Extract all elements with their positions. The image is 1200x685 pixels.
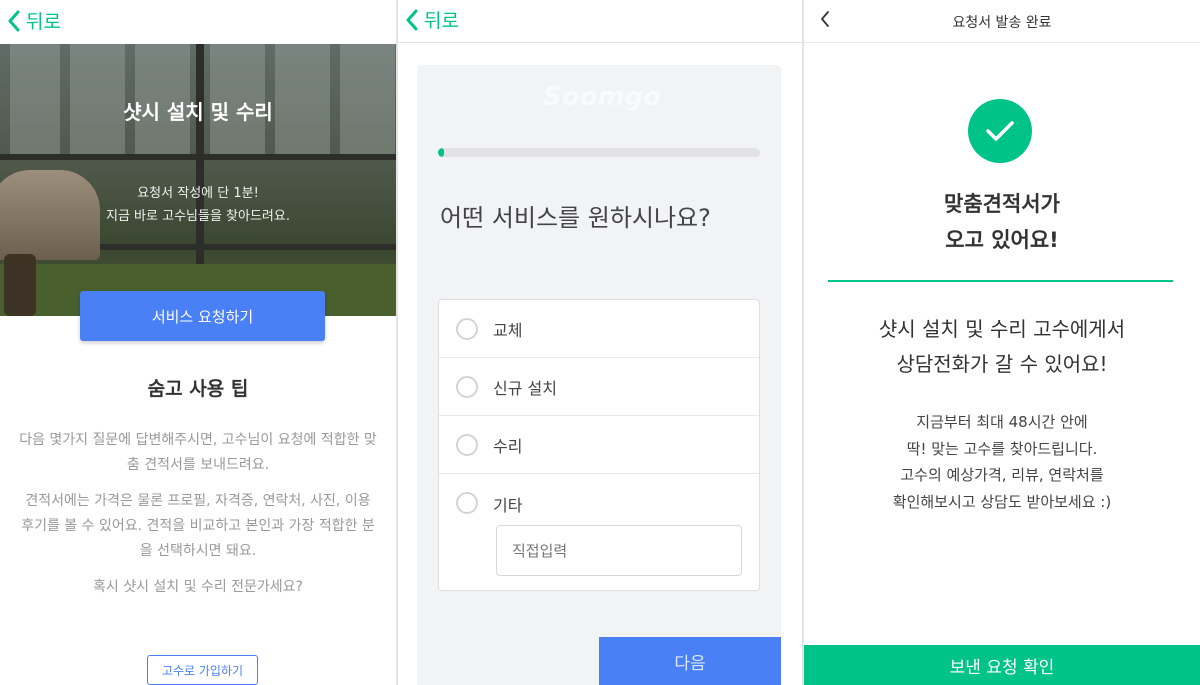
view-sent-request-button[interactable]: 보낸 요청 확인 xyxy=(804,645,1200,685)
info-text-4: 확인해보시고 상담도 받아보세요 :) xyxy=(892,493,1112,511)
tip-paragraph-3: 혹시 샷시 설치 및 수리 전문가세요? xyxy=(92,579,303,595)
progress-fill xyxy=(438,148,445,157)
hero-overlay xyxy=(0,44,396,316)
radio-button[interactable] xyxy=(456,375,478,398)
back-button[interactable]: 뒤로 xyxy=(406,6,459,33)
chevron-left-icon xyxy=(8,10,20,31)
headline-line-2: 오고 있어요! xyxy=(945,228,1059,252)
green-divider xyxy=(828,280,1173,282)
next-button[interactable]: 다음 xyxy=(599,637,781,685)
page-title: 요청서 발송 완료 xyxy=(952,15,1052,31)
info-text-3: 고수의 예상가격, 리뷰, 연락처를 xyxy=(900,466,1104,484)
hero-banner xyxy=(0,44,396,316)
direct-input-field[interactable] xyxy=(496,525,742,576)
option-label: 교체 xyxy=(493,320,523,340)
consult-text-2: 상담전화가 갈 수 있어요! xyxy=(896,352,1108,376)
consult-text-1: 샷시 설치 및 수리 고수에게서 xyxy=(878,317,1126,341)
radio-button[interactable] xyxy=(456,492,478,514)
option-label: 수리 xyxy=(493,436,523,456)
soomgo-logo: Soomgo xyxy=(543,82,662,112)
radio-button[interactable] xyxy=(456,317,478,340)
tip-paragraph-2: 견적서에는 가격은 물론 프로필, 자격증, 연락처, 사진, 이용 후기를 볼… xyxy=(21,493,375,559)
hero-subtitle-1: 요청서 작성에 단 1분! xyxy=(137,186,259,201)
service-question-screen: 뒤로 Soomgo 어떤 서비스를 원하시나요? 교체 신규 설치 수리 기타 … xyxy=(398,0,803,685)
back-label: 뒤로 xyxy=(26,11,61,33)
tips-heading: 숨고 사용 팁 xyxy=(147,378,249,400)
radio-button[interactable] xyxy=(456,433,478,456)
info-text-1: 지금부터 최대 48시간 안에 xyxy=(916,413,1088,431)
option-label: 기타 xyxy=(493,496,523,515)
request-complete-screen: 요청서 발송 완료 맞춤견적서가 오고 있어요! 샷시 설치 및 수리 고수에게… xyxy=(804,0,1200,685)
success-badge xyxy=(968,99,1032,163)
chevron-left-icon xyxy=(406,9,418,30)
pro-signup-button[interactable]: 고수로 가입하기 xyxy=(147,655,258,685)
headline-line-1: 맞춤견적서가 xyxy=(944,192,1060,216)
hero-title: 샷시 설치 및 수리 xyxy=(123,100,273,124)
service-landing-screen: 뒤로 샷시 설치 및 수리 요청서 작성에 단 1분! 지금 바로 고수님들을 … xyxy=(0,0,396,685)
question-title: 어떤 서비스를 원하시나요? xyxy=(440,204,711,232)
tip-paragraph-1: 다음 몇가지 질문에 답변해주시면, 고수님이 요청에 적합한 맞춤 견적서를 … xyxy=(19,432,377,473)
option-repair[interactable]: 수리 xyxy=(439,416,759,474)
check-icon xyxy=(986,121,1014,141)
request-service-button[interactable]: 서비스 요청하기 xyxy=(80,291,325,341)
info-text-2: 딱! 맞는 고수를 찾아드립니다. xyxy=(906,440,1098,458)
back-label: 뒤로 xyxy=(424,10,459,32)
option-replace[interactable]: 교체 xyxy=(439,300,759,358)
option-label: 신규 설치 xyxy=(493,378,557,398)
hero-subtitle-2: 지금 바로 고수님들을 찾아드려요. xyxy=(106,209,290,224)
option-new-install[interactable]: 신규 설치 xyxy=(439,358,759,416)
top-bar: 요청서 발송 완료 xyxy=(804,0,1200,43)
top-bar: 뒤로 xyxy=(398,0,803,43)
progress-bar xyxy=(438,148,760,157)
top-bar: 뒤로 xyxy=(0,0,396,44)
back-button[interactable]: 뒤로 xyxy=(8,7,61,34)
